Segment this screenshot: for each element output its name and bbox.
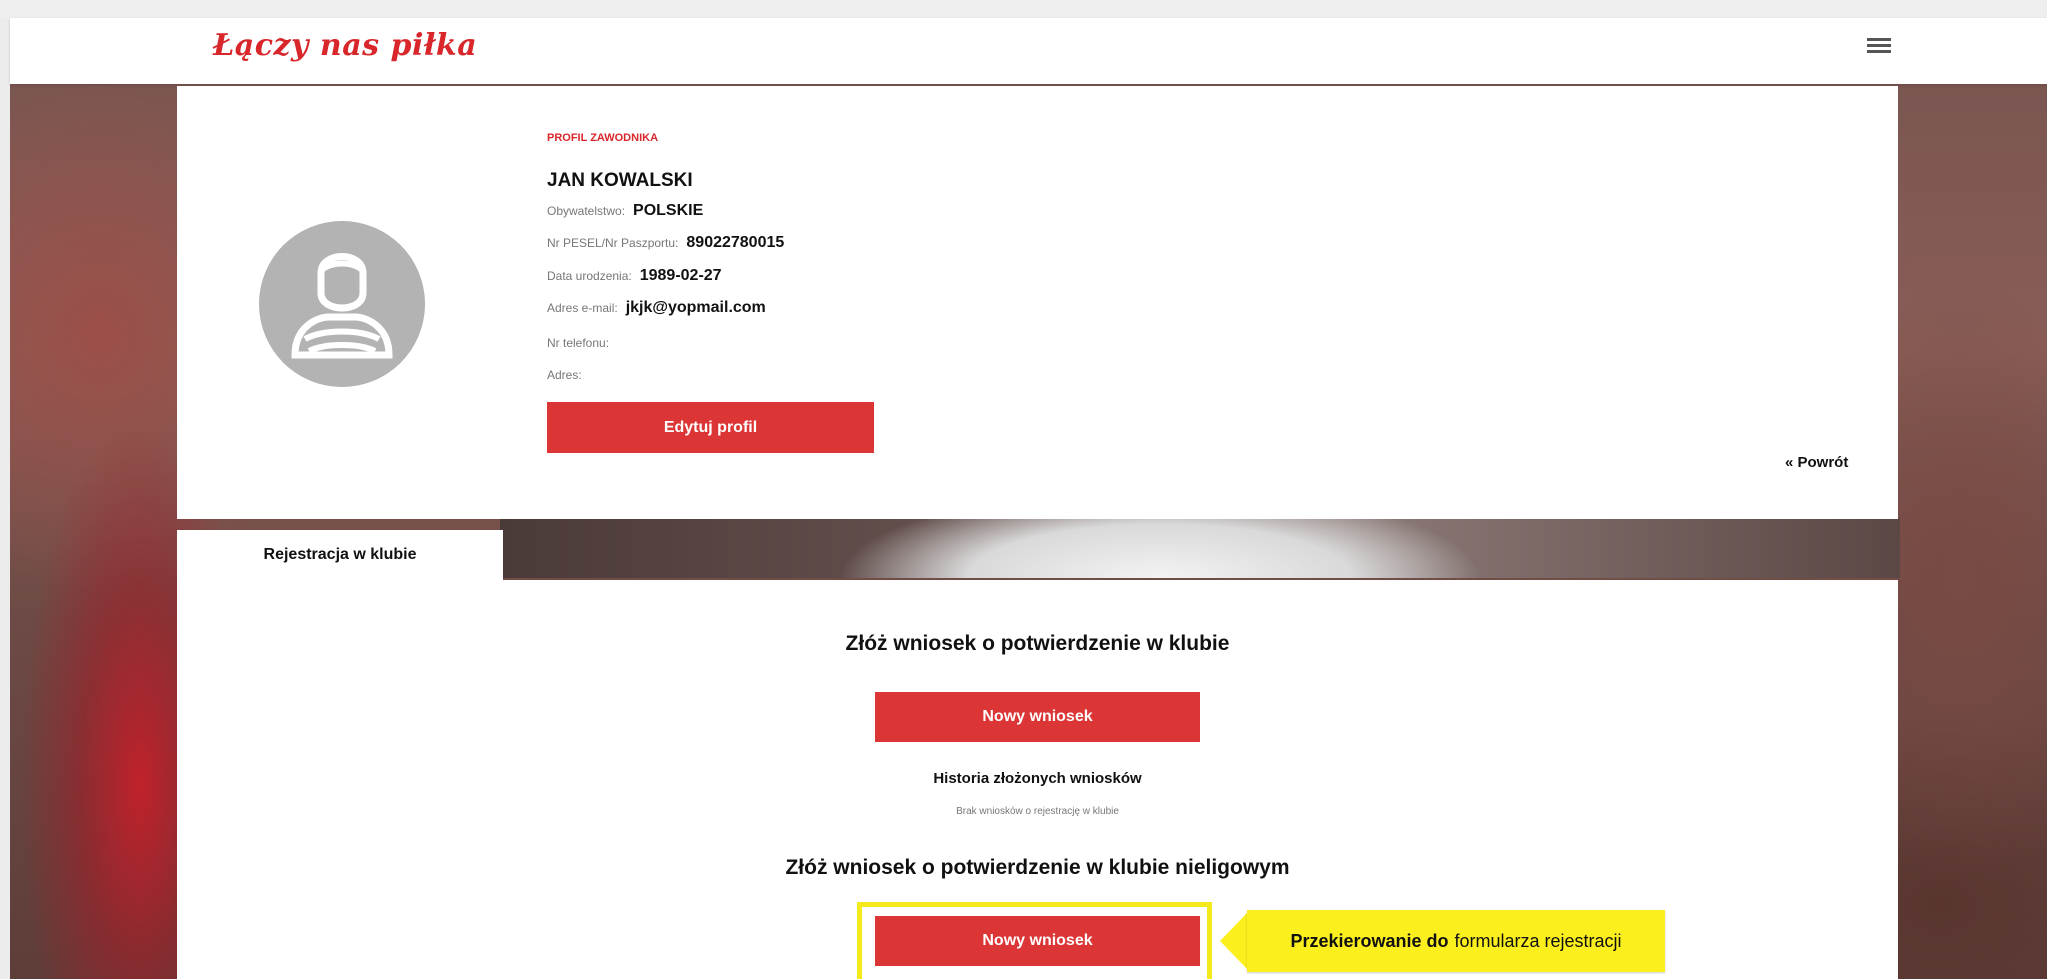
- field-phone: Nr telefonu:: [547, 336, 617, 350]
- background-hero-band: [500, 518, 1900, 578]
- field-value: POLSKIE: [633, 202, 704, 219]
- field-value: 1989-02-27: [639, 267, 722, 284]
- site-logo[interactable]: Łączy nas piłka: [213, 28, 477, 63]
- back-link[interactable]: « Powrót: [1785, 454, 1848, 471]
- new-request-nonleague-button[interactable]: Nowy wniosek: [875, 916, 1200, 966]
- field-label: Obywatelstwo:: [547, 204, 626, 218]
- edit-profile-button[interactable]: Edytuj profil: [547, 402, 874, 453]
- user-avatar-icon: [259, 221, 425, 387]
- field-address: Adres:: [547, 368, 590, 382]
- history-title: Historia złożonych wniosków: [933, 770, 1142, 787]
- field-label: Nr telefonu:: [547, 336, 610, 350]
- section-title-nonleague: Złóż wniosek o potwierdzenie w klubie ni…: [785, 856, 1290, 879]
- callout-arrow-icon: [1220, 912, 1248, 970]
- top-strip: [0, 0, 2047, 18]
- field-pesel: Nr PESEL/Nr Paszportu: 89022780015: [547, 234, 784, 252]
- callout-bold-text: Przekierowanie do: [1290, 930, 1449, 951]
- field-label: Nr PESEL/Nr Paszportu:: [547, 236, 679, 250]
- navbar: Łączy nas piłka: [10, 18, 2047, 84]
- field-label: Adres:: [547, 368, 582, 382]
- field-email: Adres e-mail: jkjk@yopmail.com: [547, 299, 766, 317]
- field-label: Adres e-mail:: [547, 301, 618, 315]
- field-value: jkjk@yopmail.com: [625, 299, 766, 316]
- field-birthdate: Data urodzenia: 1989-02-27: [547, 267, 722, 285]
- player-name: JAN KOWALSKI: [547, 170, 693, 191]
- tab-club-registration[interactable]: Rejestracja w klubie: [177, 530, 503, 580]
- field-label: Data urodzenia:: [547, 269, 632, 283]
- callout-text: formularza rejestracji: [1454, 930, 1622, 951]
- field-value: 89022780015: [686, 234, 785, 251]
- profile-section-label: PROFIL ZAWODNIKA: [547, 132, 659, 144]
- history-empty-message: Brak wniosków o rejestrację w klubie: [956, 806, 1119, 817]
- field-citizenship: Obywatelstwo: POLSKIE: [547, 202, 703, 220]
- section-title-club: Złóż wniosek o potwierdzenie w klubie: [845, 632, 1230, 655]
- callout-tooltip: Przekierowanie do formularza rejestracji: [1247, 910, 1665, 972]
- profile-card: PROFIL ZAWODNIKA JAN KOWALSKI Obywatelst…: [177, 86, 1898, 519]
- hamburger-menu-icon[interactable]: [1867, 38, 1891, 54]
- new-request-button[interactable]: Nowy wniosek: [875, 692, 1200, 742]
